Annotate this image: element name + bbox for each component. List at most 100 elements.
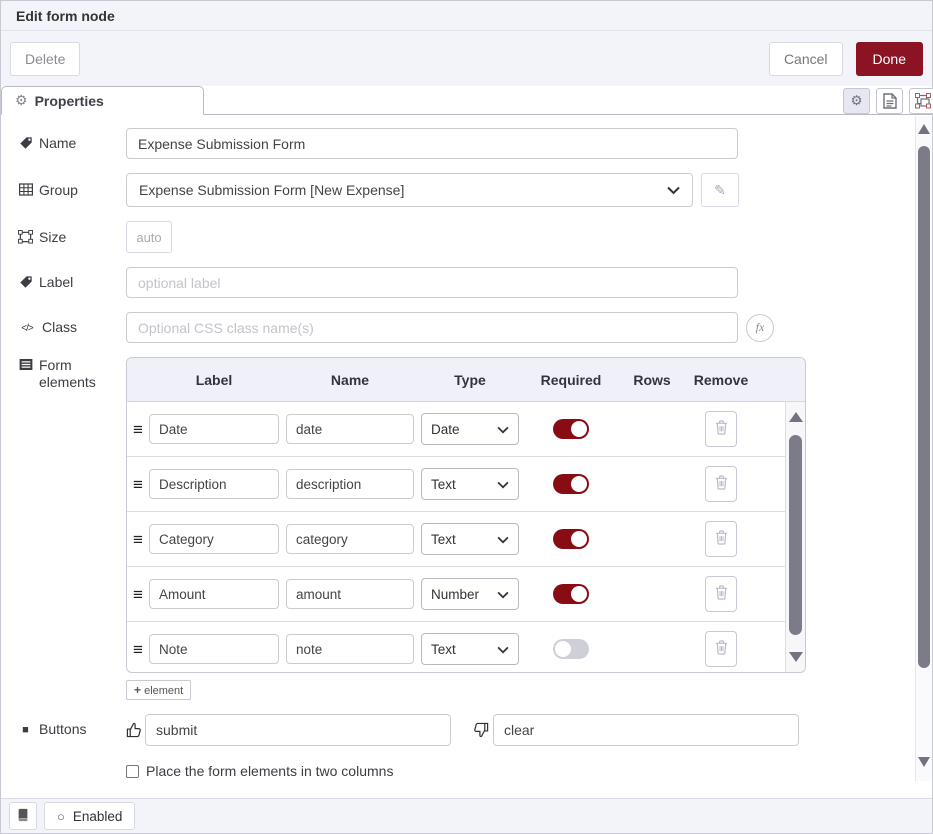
form-elements-section: Form elements Label Name Type Required R… [18,357,932,700]
tab-properties[interactable]: ⚙ Properties [1,86,204,115]
scroll-up-icon[interactable] [918,124,930,134]
required-toggle[interactable] [553,584,589,604]
two-columns-checkbox[interactable] [126,765,139,778]
tag-icon [18,275,33,289]
thumbs-up-icon [126,722,142,738]
elements-table: Label Name Type Required Rows Remove ≡ D… [126,357,806,673]
class-input[interactable] [126,312,738,343]
required-toggle[interactable] [553,419,589,439]
tag-icon [18,136,33,150]
tab-properties-label: Properties [35,93,104,109]
add-element-button[interactable]: + element [126,680,191,700]
two-columns-label: Place the form elements in two columns [146,763,393,779]
book-icon [16,808,30,825]
element-label-input[interactable] [149,414,279,444]
drag-handle-icon[interactable]: ≡ [133,641,149,658]
element-name-input[interactable] [286,524,414,554]
element-type-select[interactable]: Number [421,578,519,610]
group-select-value: Expense Submission Form [New Expense] [139,182,404,198]
element-type-select[interactable]: Text [421,468,519,500]
drag-handle-icon[interactable]: ≡ [133,476,149,493]
element-type-value: Number [431,587,479,602]
pencil-icon: ✎ [714,182,726,198]
delete-element-button[interactable] [705,411,737,447]
element-type-select[interactable]: Text [421,523,519,555]
thumbs-down-icon [474,722,490,738]
panel-scrollbar[interactable] [915,116,932,781]
edit-group-button[interactable]: ✎ [701,173,739,207]
scroll-down-icon[interactable] [918,757,930,767]
trash-icon [715,475,728,493]
element-name-input[interactable] [286,634,414,664]
form-element-row: ≡ Date [127,402,785,457]
required-toggle[interactable] [553,639,589,659]
element-type-select[interactable]: Date [421,413,519,445]
group-select[interactable]: Expense Submission Form [New Expense] [126,173,693,207]
col-header-required: Required [519,372,623,388]
label-input[interactable] [126,267,738,298]
drag-handle-icon[interactable]: ≡ [133,531,149,548]
name-field-row: Name [18,128,932,159]
properties-panel: Name Group Expense Submission Form [New … [1,115,932,799]
form-element-row: ≡ Number [127,567,785,622]
node-help-button[interactable] [9,802,37,830]
radio-circle-icon: ○ [57,810,65,823]
delete-button[interactable]: Delete [10,42,80,76]
element-type-select[interactable]: Text [421,633,519,665]
class-label: </> Class [18,319,126,337]
enabled-label: Enabled [73,809,123,824]
size-label: Size [18,229,126,246]
delete-element-button[interactable] [705,576,737,612]
scrollbar-thumb[interactable] [789,435,802,635]
form-elements-label: Form elements [18,357,126,391]
col-header-type: Type [421,372,519,388]
col-header-label: Label [149,372,279,388]
required-toggle[interactable] [553,474,589,494]
elements-table-body: ≡ Date ≡ Text [127,402,785,672]
description-tab-button[interactable] [876,88,903,114]
form-elements-editor: Label Name Type Required Rows Remove ≡ D… [126,357,806,700]
scroll-down-icon[interactable] [789,652,803,662]
trash-icon [715,585,728,603]
element-label-input[interactable] [149,579,279,609]
elements-scrollbar[interactable] [785,402,805,672]
element-label-input[interactable] [149,634,279,664]
trash-icon [715,640,728,658]
size-button[interactable]: auto [126,221,172,253]
clear-button-text-input[interactable] [493,714,799,746]
node-enabled-toggle[interactable]: ○ Enabled [44,802,135,830]
element-name-input[interactable] [286,414,414,444]
element-name-input[interactable] [286,579,414,609]
buttons-field-row: ■ Buttons [18,714,932,746]
gear-icon: ⚙ [15,92,28,109]
scrollbar-thumb[interactable] [918,146,930,668]
drag-handle-icon[interactable]: ≡ [133,586,149,603]
name-input[interactable] [126,128,738,159]
list-icon [18,358,33,371]
delete-element-button[interactable] [705,466,737,502]
form-element-row: ≡ Text [127,457,785,512]
object-group-icon [915,93,931,109]
col-header-name: Name [286,372,414,388]
done-button[interactable]: Done [856,42,923,76]
cancel-button[interactable]: Cancel [769,42,843,76]
element-label-input[interactable] [149,524,279,554]
delete-element-button[interactable] [705,631,737,667]
buttons-label: ■ Buttons [18,721,126,739]
element-label-input[interactable] [149,469,279,499]
element-type-value: Text [431,642,456,657]
elements-table-header: Label Name Type Required Rows Remove [127,358,805,402]
dynamic-class-button[interactable]: fx [746,314,774,342]
element-type-value: Text [431,532,456,547]
required-toggle[interactable] [553,529,589,549]
element-name-input[interactable] [286,469,414,499]
gear-icon: ⚙ [851,93,863,109]
delete-element-button[interactable] [705,521,737,557]
appearance-tab-button[interactable] [909,88,933,114]
dialog-title: Edit form node [1,1,932,31]
drag-handle-icon[interactable]: ≡ [133,421,149,438]
label-label: Label [18,274,126,291]
properties-tab-button[interactable]: ⚙ [843,88,870,114]
scroll-up-icon[interactable] [789,412,803,422]
submit-button-text-input[interactable] [145,714,451,746]
